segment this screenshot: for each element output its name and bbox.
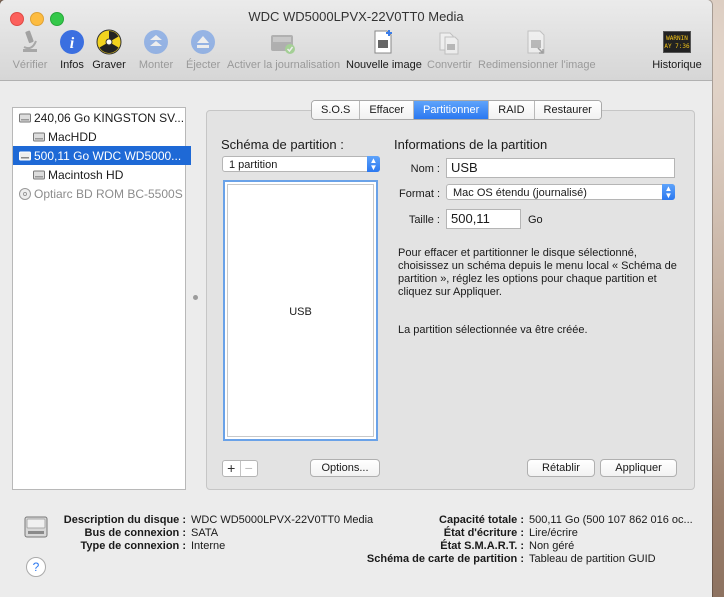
size-unit: Go — [528, 214, 543, 226]
remove-partition-button[interactable]: − — [241, 461, 258, 476]
resize-image-icon — [522, 28, 550, 56]
partition-info-title: Informations de la partition — [394, 137, 548, 152]
options-button[interactable]: Options... — [310, 459, 380, 477]
name-field[interactable]: USB — [446, 158, 675, 178]
tab-raid[interactable]: RAID — [489, 101, 535, 119]
optical-drive[interactable]: Optiarc BD ROM BC-5500S — [13, 184, 191, 203]
resize-image-button[interactable]: Redimensionner l'image — [478, 28, 596, 71]
apply-button[interactable]: Appliquer — [600, 459, 677, 477]
partition-map-label: Schéma de carte de partition : — [366, 553, 524, 565]
partition-layout-view[interactable]: USB — [223, 180, 378, 441]
disk-list[interactable]: 240,06 Go KINGSTON SV... MacHDD 500,11 G… — [12, 107, 191, 490]
volume-icon — [33, 132, 45, 141]
disk-kingston[interactable]: 240,06 Go KINGSTON SV... — [13, 108, 191, 127]
popup-arrows-icon: ▲ ▼ — [367, 156, 380, 172]
volume-icon — [33, 170, 45, 179]
write-status-label: État d'écriture : — [443, 527, 524, 539]
popup-arrows-icon: ▲ ▼ — [662, 184, 675, 200]
split-view-handle[interactable] — [193, 295, 198, 300]
format-label: Format : — [399, 188, 440, 200]
optical-disc-icon — [19, 187, 31, 200]
info-icon: i — [58, 28, 86, 56]
hard-disk-icon — [19, 151, 31, 160]
smart-status-value: Non géré — [529, 540, 575, 552]
microscope-icon — [16, 28, 44, 56]
volume-macintosh-hd[interactable]: Macintosh HD — [13, 165, 205, 184]
status-text: La partition sélectionnée va être créée. — [398, 324, 588, 336]
instructions-text: Pour effacer et partitionner le disque s… — [398, 247, 677, 298]
convert-icon — [435, 28, 463, 56]
eject-button[interactable]: Éjecter — [186, 28, 220, 71]
new-image-icon — [369, 28, 397, 56]
tab-erase[interactable]: Effacer — [360, 101, 414, 119]
eject-icon — [189, 28, 217, 56]
toolbar: WDC WD5000LPVX-22V0TT0 Media Vérifier i … — [0, 0, 712, 81]
total-capacity-value: 500,11 Go (500 107 862 016 oc... — [529, 514, 693, 526]
disk-utility-window: WDC WD5000LPVX-22V0TT0 Media Vérifier i … — [0, 0, 712, 597]
disk-wdc[interactable]: 500,11 Go WDC WD5000... — [13, 146, 191, 165]
tab-restore[interactable]: Restaurer — [534, 101, 601, 119]
mount-icon — [142, 28, 170, 56]
journal-icon — [269, 28, 297, 56]
connection-type-label: Type de connexion : — [80, 540, 186, 552]
window-title: WDC WD5000LPVX-22V0TT0 Media — [248, 9, 464, 24]
disk-description-label: Description du disque : — [63, 514, 186, 526]
enable-journaling-button[interactable]: Activer la journalisation — [227, 28, 340, 71]
info-button[interactable]: i Infos — [57, 28, 87, 71]
add-partition-button[interactable]: + — [223, 461, 241, 476]
hard-disk-icon — [19, 113, 31, 122]
scheme-popup[interactable]: 1 partition ▲ ▼ — [222, 156, 380, 172]
log-button[interactable]: WARNIN AY 7:36 Historique — [650, 28, 704, 71]
help-button[interactable]: ? — [26, 557, 46, 577]
tab-bar: S.O.S Effacer Partitionner RAID Restaure… — [311, 100, 602, 120]
partition-block-label: USB — [289, 306, 312, 318]
new-image-button[interactable]: Nouvelle image — [346, 28, 422, 71]
smart-status-label: État S.M.A.R.T. : — [440, 540, 524, 552]
connection-type-value: Interne — [191, 540, 226, 552]
name-label: Nom : — [410, 163, 440, 175]
total-capacity-label: Capacité totale : — [439, 514, 524, 526]
mount-button[interactable]: Monter — [138, 28, 174, 71]
burn-button[interactable]: Graver — [92, 28, 126, 71]
write-status-value: Lire/écrire — [529, 527, 578, 539]
verify-button[interactable]: Vérifier — [12, 28, 48, 71]
volume-machdd[interactable]: MacHDD — [13, 127, 205, 146]
burn-icon — [95, 28, 123, 56]
log-icon: WARNIN AY 7:36 — [662, 28, 692, 56]
format-popup[interactable]: Mac OS étendu (journalisé) ▲ ▼ — [446, 184, 675, 200]
size-label: Taille : — [408, 214, 440, 226]
svg-text:i: i — [70, 35, 75, 52]
size-field[interactable]: 500,11 — [446, 209, 521, 229]
tab-first-aid[interactable]: S.O.S — [312, 101, 361, 119]
connection-bus-value: SATA — [191, 527, 219, 539]
partition-map-value: Tableau de partition GUID — [529, 553, 656, 565]
add-remove-control: + − — [222, 460, 258, 477]
convert-button[interactable]: Convertir — [427, 28, 472, 71]
scheme-title: Schéma de partition : — [221, 137, 344, 152]
tab-partition[interactable]: Partitionner — [414, 101, 490, 119]
revert-button[interactable]: Rétablir — [527, 459, 595, 477]
connection-bus-label: Bus de connexion : — [84, 527, 186, 539]
